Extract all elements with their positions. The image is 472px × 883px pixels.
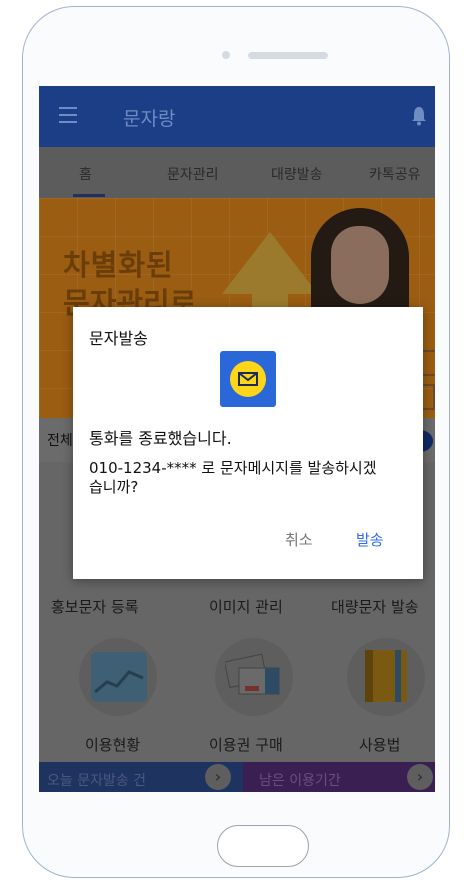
- home-button[interactable]: [217, 825, 309, 867]
- menu-buy-pass-label: 이용권 구매: [209, 736, 283, 754]
- hamburger-menu-icon[interactable]: [59, 107, 77, 123]
- speaker-grille: [248, 52, 328, 59]
- cards-icon: [225, 653, 280, 695]
- tab-bulk-send[interactable]: 대량발송: [271, 164, 323, 184]
- arrow-up-graphic: [222, 232, 318, 294]
- active-tab-indicator: [73, 194, 105, 197]
- app-title: 문자랑: [123, 108, 176, 130]
- app-bar: 문자랑: [39, 86, 435, 147]
- tab-home[interactable]: 홈: [79, 164, 92, 184]
- dialog-message-confirm: 010-1234-**** 로 문자메시지를 발송하시겠습니까?: [89, 459, 377, 496]
- menu-image-management[interactable]: 이미지 관리: [209, 596, 283, 617]
- menu-usage-status-label: 이용현황: [85, 736, 141, 754]
- cancel-button[interactable]: 취소: [285, 529, 313, 550]
- tab-message-management[interactable]: 문자관리: [167, 164, 219, 184]
- send-message-dialog: 문자발송 통화를 종료했습니다. 010-1234-**** 로 문자메시지를 …: [73, 307, 423, 579]
- remaining-period-label: 남은 이용기간: [259, 773, 341, 789]
- menu-how-to-use-label: 사용법: [359, 736, 401, 754]
- dialog-message-call-ended: 통화를 종료했습니다.: [89, 429, 232, 448]
- today-sent-card[interactable]: 오늘 문자발송 건 ›: [39, 762, 243, 792]
- bell-icon[interactable]: [411, 106, 427, 126]
- message-envelope-icon: [220, 351, 276, 407]
- remaining-period-card[interactable]: 남은 이용기간 ›: [243, 762, 435, 792]
- today-sent-label: 오늘 문자발송 건: [47, 773, 147, 789]
- tab-kakao-share[interactable]: 카톡공유: [369, 164, 421, 184]
- camera-dot: [222, 51, 230, 59]
- menu-bulk-send[interactable]: 대량문자 발송: [331, 596, 419, 617]
- banner-headline: 차별화된: [63, 248, 174, 282]
- send-button[interactable]: 발송: [356, 529, 384, 550]
- book-icon: [365, 650, 407, 702]
- chevron-right-icon: ›: [407, 764, 433, 790]
- dialog-title: 문자발송: [89, 329, 148, 348]
- chevron-right-icon: ›: [205, 764, 231, 790]
- tab-bar: 홈 문자관리 대량발송 카톡공유: [39, 147, 435, 198]
- summary-label: 전체: [47, 433, 73, 449]
- chart-icon: [91, 652, 147, 702]
- menu-promo-register[interactable]: 홍보문자 등록: [51, 596, 139, 617]
